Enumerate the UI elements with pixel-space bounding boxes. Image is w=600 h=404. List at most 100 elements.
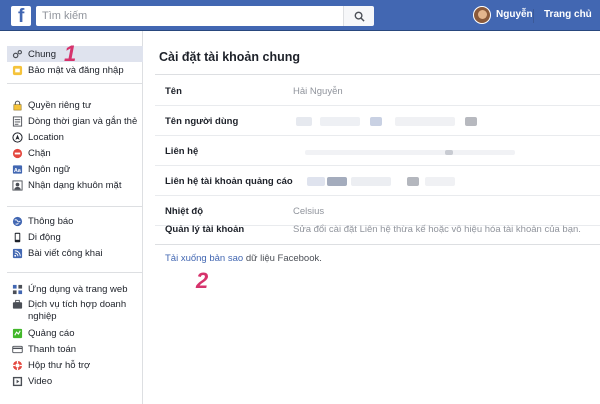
blurred-value [370, 117, 382, 126]
sidebar-item-label: Dòng thời gian và gắn thẻ [28, 115, 138, 127]
lock-icon [12, 100, 23, 111]
blurred-value [445, 150, 453, 155]
sidebar-item-label: Chặn [28, 147, 51, 159]
timeline-icon [12, 115, 23, 127]
sidebar-item-support-inbox[interactable]: Hộp thư hỗ trợ [7, 357, 143, 373]
blurred-value [425, 177, 455, 186]
mobile-icon [12, 232, 23, 243]
blurred-value [351, 177, 391, 186]
download-copy-text: Tải xuống bản sao dữ liệu Facebook. [165, 253, 322, 264]
blurred-value [465, 117, 477, 126]
sidebar-item-label: Quyền riêng tư [28, 99, 92, 111]
sidebar-item-location[interactable]: Location [7, 129, 143, 145]
card-icon [12, 344, 23, 355]
sidebar-item-mobile[interactable]: Di động [7, 229, 143, 245]
sidebar-item-label: Location [28, 131, 64, 143]
location-icon [12, 131, 23, 143]
sidebar-item-label: Dịch vụ tích hợp doanh nghiệp [28, 299, 127, 322]
blurred-value [305, 150, 515, 155]
sidebar-item-ads[interactable]: Quảng cáo [7, 325, 143, 341]
nav-divider [533, 9, 534, 23]
language-icon: Aa [12, 164, 23, 175]
download-copy-link[interactable]: Tải xuống bản sao [165, 253, 243, 264]
sidebar-group-privacy: Quyền riêng tư Dòng thời gian và gắn thẻ… [7, 97, 143, 193]
sidebar-item-label: Bài viết công khai [28, 247, 103, 259]
general-settings-panel: Cài đặt tài khoản chung Tên Hải Nguyễn T… [143, 31, 600, 404]
settings-row-account-management[interactable]: Quản lý tài khoản Sửa đổi cài đặt Liên h… [155, 214, 600, 244]
sidebar-group-apps: Ứng dụng và trang web Dịch vụ tích hợp d… [7, 281, 143, 389]
gear-icon [12, 49, 23, 60]
sidebar-item-business-integrations[interactable]: Dịch vụ tích hợp doanh nghiệp [7, 297, 143, 325]
video-icon [12, 376, 23, 387]
lifebuoy-icon [12, 360, 23, 371]
row-key: Tên [165, 86, 182, 97]
settings-row-ad-contact[interactable]: Liên hệ tài khoản quảng cáo [155, 166, 600, 196]
blurred-value [395, 117, 455, 126]
annotation-marker-1: 1 [64, 41, 77, 66]
settings-row-username[interactable]: Tên người dùng [155, 106, 600, 136]
globe-icon [12, 216, 23, 227]
row-key: Quản lý tài khoản [165, 224, 245, 235]
sidebar-item-label: Ngôn ngữ [28, 163, 71, 175]
top-bar: f Nguyễn Trang chủ [0, 0, 600, 31]
sidebar-item-timeline[interactable]: Dòng thời gian và gắn thẻ [7, 113, 143, 129]
blurred-value [327, 177, 347, 186]
title-divider [155, 74, 600, 75]
settings-row-contact[interactable]: Liên hệ [155, 136, 600, 166]
search-icon [354, 11, 365, 22]
sidebar-item-label: Ứng dụng và trang web [28, 283, 128, 295]
sidebar-divider [7, 272, 143, 273]
avatar[interactable] [473, 6, 491, 24]
footer-divider [155, 244, 600, 245]
sidebar-item-apps[interactable]: Ứng dụng và trang web [7, 281, 143, 297]
sidebar-item-label: Quảng cáo [28, 327, 75, 339]
row-value: Sửa đổi cài đặt Liên hệ thừa kế hoặc vô … [293, 224, 581, 235]
blurred-value [307, 177, 325, 186]
sidebar-divider [7, 83, 143, 84]
sidebar-item-label: Bảo mật và đăng nhập [28, 64, 124, 76]
home-link[interactable]: Trang chủ [544, 9, 592, 20]
row-key: Tên người dùng [165, 116, 239, 127]
row-value: Hải Nguyễn [293, 86, 343, 97]
shield-icon [12, 65, 23, 76]
page-title: Cài đặt tài khoản chung [159, 50, 300, 64]
search-box[interactable] [36, 6, 343, 26]
sidebar-item-label: Nhận dạng khuôn mặt [28, 179, 122, 191]
sidebar-item-label: Chung [28, 48, 56, 60]
sidebar-item-video[interactable]: Video [7, 373, 143, 389]
blurred-value [407, 177, 419, 186]
block-icon [12, 148, 23, 159]
sidebar-item-label: Di động [28, 231, 61, 243]
rss-icon [12, 248, 23, 259]
sidebar-item-block[interactable]: Chặn [7, 145, 143, 161]
row-key: Liên hệ tài khoản quảng cáo [165, 176, 293, 187]
sidebar-item-public-posts[interactable]: Bài viết công khai [7, 245, 143, 261]
search-input[interactable] [36, 6, 343, 26]
sidebar-item-face-recognition[interactable]: Nhận dạng khuôn mặt [7, 177, 143, 193]
apps-icon [12, 284, 23, 295]
sidebar-item-language[interactable]: Aa Ngôn ngữ [7, 161, 143, 177]
download-copy-suffix: dữ liệu Facebook. [245, 253, 322, 264]
sidebar-item-label: Thanh toán [28, 343, 77, 355]
sidebar-item-privacy[interactable]: Quyền riêng tư [7, 97, 143, 113]
row-key: Liên hệ [165, 146, 199, 157]
blurred-value [296, 117, 312, 126]
search-button[interactable] [343, 6, 374, 26]
sidebar-group-notifications: Thông báo Di động Bài viết công khai [7, 213, 143, 261]
sidebar-item-notifications[interactable]: Thông báo [7, 213, 143, 229]
sidebar-divider [7, 206, 143, 207]
sidebar-item-payments[interactable]: Thanh toán [7, 341, 143, 357]
blurred-value [320, 117, 360, 126]
business-icon [12, 299, 23, 310]
ads-icon [12, 328, 23, 339]
face-icon [12, 179, 23, 191]
sidebar-item-label: Video [28, 375, 53, 387]
settings-sidebar: Chung Bảo mật và đăng nhập Quyền riêng t… [0, 31, 143, 404]
profile-link[interactable]: Nguyễn [496, 9, 533, 20]
svg-text:Aa: Aa [14, 167, 22, 173]
annotation-marker-2: 2 [196, 268, 209, 293]
settings-row-name[interactable]: Tên Hải Nguyễn [155, 76, 600, 106]
sidebar-item-label: Hộp thư hỗ trợ [28, 359, 91, 371]
facebook-logo-icon[interactable]: f [11, 6, 31, 27]
sidebar-item-label: Thông báo [28, 215, 74, 227]
